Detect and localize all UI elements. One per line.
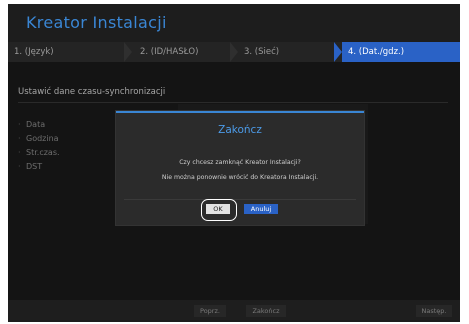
installation-wizard-screen: Kreator Instalacji 1. (Język) 2. (ID/HAS… [8,4,460,322]
dialog-title: Zakończ [218,124,262,136]
field-timezone-label: Str.czas. [18,148,59,157]
step-language: 1. (Język) [14,47,54,57]
dialog-divider [124,199,356,200]
time-sync-section-label: Ustawić dane czasu-synchronizacji [18,87,166,97]
dialog-warning: Nie można ponownie wrócić do Kreatora In… [161,174,319,181]
title-bar: Kreator Instalacji [8,4,460,42]
cancel-button[interactable]: Anuluj [244,204,278,214]
wizard-footer: Poprz. Zakończ Następ. [8,300,460,322]
step-id-password: 2. (ID/HASŁO) [140,47,199,57]
field-dst-label: DST [18,162,42,171]
exit-confirm-dialog: Zakończ Czy chcesz zamknąć Kreator Insta… [116,111,364,225]
previous-button[interactable]: Poprz. [194,305,226,317]
step-separator [230,42,238,62]
wizard-steps: 1. (Język) 2. (ID/HASŁO) 3. (Sieć) 4. (D… [8,42,460,62]
next-button[interactable]: Następ. [416,305,452,317]
field-date-label: Data [18,120,45,129]
dialog-question: Czy chcesz zamknąć Kreator Instalacji? [179,159,301,166]
finish-button[interactable]: Zakończ [246,305,286,317]
ok-button[interactable]: OK [206,204,230,214]
step-date-time: 4. (Dat./gdz.) [334,42,460,62]
step-separator [124,42,132,62]
section-divider [18,102,448,103]
step-network: 3. (Sieć) [244,47,280,57]
wizard-title: Kreator Instalacji [26,13,167,32]
field-time-label: Godzina [18,134,58,143]
